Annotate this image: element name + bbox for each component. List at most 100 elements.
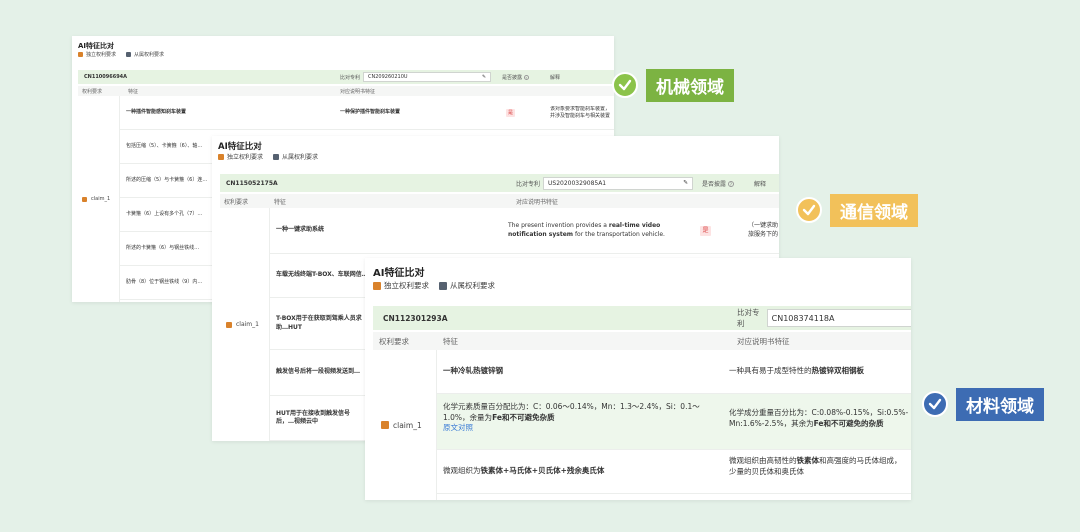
column-header: 权利要求 特征 对应说明书特征: [78, 86, 614, 96]
col-explain: 解释: [754, 181, 767, 188]
table-row-highlighted[interactable]: 化学元素质量百分配比为：C：0.06～0.14%，Mn：1.3～2.4%，Si：…: [437, 394, 911, 450]
compare-patent-field: 比对专利 CN209260210U ✎: [340, 72, 492, 82]
edit-icon[interactable]: ✎: [683, 180, 688, 186]
table-row[interactable]: 一种一键求助系统 The present invention provides …: [270, 208, 779, 254]
legend-independent: 独立权利要求: [384, 281, 429, 290]
col-explain: 解释: [550, 75, 561, 81]
compare-patent-input[interactable]: US20200329085A1 ✎: [543, 176, 694, 190]
patent-header: CN110096694A 比对专利 CN209260210U ✎ 是否披露 ? …: [78, 70, 614, 84]
col-feature: 特征: [443, 336, 458, 346]
tag-label: 通信领域: [830, 193, 918, 227]
feature-compare-panel-materials: AI特征比对 独立权利要求 从属权利要求 CN112301293A 比对专利 C…: [365, 258, 911, 500]
feature-text: 所述的卡簧箍（6）与钢丝铁线…: [126, 245, 200, 251]
tag-communication: 通信领域: [796, 193, 926, 227]
independent-claim-swatch: [226, 321, 232, 328]
legend-independent: 独立权利要求: [86, 52, 117, 58]
desc-text: The present invention provides a real-ti…: [508, 222, 665, 238]
tag-mechanical: 机械领域: [612, 68, 742, 102]
panel-title: AI特征比对: [373, 268, 425, 279]
desc-text: 微观组织由高韧性的铁素体和高强度的马氏体组成， 少量的贝氏体和奥氏体: [729, 456, 902, 476]
legend: 独立权利要求 从属权利要求: [218, 152, 318, 161]
feature-text: T-BOX用于在获取到驾乘人员求助…HUT: [276, 315, 362, 331]
feature-text: 包括压缩（5）、卡簧箍（6）、轴…: [126, 143, 203, 149]
claim-cell: claim_1: [78, 96, 120, 302]
legend-dependent: 从属权利要求: [134, 52, 165, 58]
claim-label: claim_1: [393, 420, 422, 430]
feature-text: 肋骨（8）位于钢丝铁线（9）内…: [126, 279, 203, 285]
patent-header: CN112301293A 比对专利 CN108374118A: [373, 306, 911, 330]
check-icon: [796, 197, 822, 223]
independent-claim-swatch: [218, 153, 224, 160]
claim-cell: claim_1: [373, 350, 437, 500]
edit-icon[interactable]: ✎: [482, 75, 486, 80]
compare-label: 比对专利: [737, 308, 760, 328]
col-feature: 特征: [274, 198, 287, 206]
independent-claim-swatch: [82, 196, 87, 202]
tag-label: 机械领域: [646, 68, 734, 102]
feature-text: HUT用于在接收到触发信号后，…视频云中: [276, 409, 350, 425]
dependent-claim-swatch: [273, 153, 280, 160]
legend: 独立权利要求 从属权利要求: [78, 51, 164, 58]
feature-text: 一种插件智能感知刹车装置: [126, 109, 187, 115]
table-row[interactable]: 一种插件智能感知刹车装置 一种保护插件智能刹车装置 是 该对象要求智能刹车装置，…: [120, 96, 614, 130]
compare-patent-field: 比对专利 US20200329085A1 ✎: [516, 176, 694, 190]
dependent-claim-swatch: [439, 281, 447, 290]
tag-materials: 材料领域: [922, 387, 1052, 421]
view-original-link[interactable]: 原文对照: [443, 423, 473, 432]
legend-dependent: 从属权利要求: [282, 154, 319, 161]
explain-text: （一键求助 旅服务下的: [748, 222, 779, 238]
feature-text: 卡簧箍（6）上设有多个孔（7）…: [126, 211, 203, 217]
col-desc: 对应说明书特征: [340, 88, 376, 95]
independent-claim-swatch: [381, 421, 389, 429]
disclosed-badge: 是: [700, 225, 711, 236]
dependent-claim-swatch: [126, 52, 132, 57]
legend: 独立权利要求 从属权利要求: [373, 280, 495, 291]
patent-number: CN115052175A: [226, 179, 278, 187]
explain-text: 该对象要求智能刹车装置，并涉及智能刹车与相关装置: [550, 105, 611, 119]
column-header: 权利要求 特征 对应说明书特征: [373, 332, 911, 350]
help-icon[interactable]: ?: [727, 181, 734, 187]
independent-claim-swatch: [78, 52, 83, 57]
table-row[interactable]: 一种冷轧热镀锌钢 一种具有易于成型特性的热镀锌双相钢板: [437, 350, 911, 394]
check-icon: [922, 391, 948, 417]
legend-independent: 独立权利要求: [227, 154, 264, 161]
compare-patent-input[interactable]: CN209260210U ✎: [363, 72, 492, 82]
panel-title: AI特征比对: [78, 42, 115, 50]
desc-text: 一种具有易于成型特性的热镀锌双相钢板: [729, 366, 864, 376]
column-header: 权利要求 特征 对应说明书特征: [220, 194, 779, 208]
disclosed-badge: 是: [506, 108, 515, 117]
desc-text: 一种保护插件智能刹车装置: [340, 109, 401, 115]
tag-label: 材料领域: [956, 387, 1044, 421]
col-feature: 特征: [128, 88, 139, 95]
feature-text: 所述的压缩（5）与卡簧箍（6）连…: [126, 177, 208, 183]
compare-patent-input[interactable]: CN108374118A: [766, 309, 911, 327]
compare-patent-value: CN108374118A: [771, 313, 835, 323]
check-icon: [612, 72, 638, 98]
col-desc: 对应说明书特征: [737, 336, 790, 346]
col-claim: 权利要求: [379, 336, 409, 346]
feature-text: 车载无线终端T-BOX、车联网信…: [276, 271, 368, 279]
col-claim: 权利要求: [82, 88, 103, 95]
feature-text: 一种冷轧热镀锌钢: [443, 366, 503, 376]
patent-number: CN112301293A: [383, 313, 448, 323]
claim-label: claim_1: [236, 321, 259, 328]
compare-label: 比对专利: [516, 180, 541, 188]
table-row[interactable]: 微观组织为铁素体+马氏体+贝氏体+残余奥氏体 微观组织由高韧性的铁素体和高强度的…: [437, 450, 911, 494]
help-icon[interactable]: ?: [523, 75, 529, 80]
feature-text: 触发信号后将一段视频发送到…: [276, 368, 361, 376]
patent-header: CN115052175A 比对专利 US20200329085A1 ✎ 是否披露…: [220, 174, 779, 192]
feature-text: 化学元素质量百分配比为：C：0.06～0.14%，Mn：1.3～2.4%，Si：…: [443, 402, 700, 432]
feature-text: 一种一键求助系统: [276, 226, 325, 234]
panel-title: AI特征比对: [218, 142, 262, 152]
compare-patent-value: CN209260210U: [368, 74, 408, 80]
col-consistent: 是否披露 ?: [502, 75, 529, 81]
patent-number: CN110096694A: [84, 74, 128, 80]
col-consistent: 是否披露 ?: [702, 181, 734, 188]
desc-text: 化学成分重量百分比为：C:0.08%-0.15%，Si:0.5%- Mn:1.6…: [729, 408, 909, 428]
col-claim: 权利要求: [224, 198, 249, 206]
independent-claim-swatch: [373, 281, 381, 290]
claim-label: claim_1: [91, 196, 111, 202]
compare-patent-field: 比对专利 CN108374118A: [737, 307, 911, 329]
legend-dependent: 从属权利要求: [450, 281, 495, 290]
col-desc: 对应说明书特征: [516, 198, 559, 206]
